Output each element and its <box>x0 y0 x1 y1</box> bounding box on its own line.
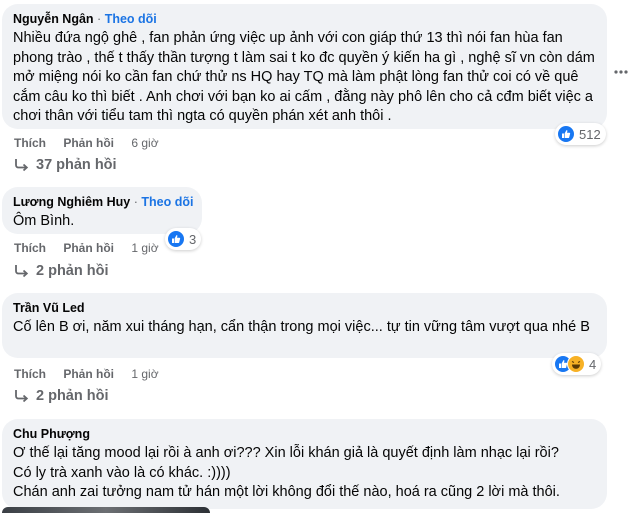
reply-arrow-icon <box>15 265 29 278</box>
view-replies-button[interactable]: 2 phản hồi <box>14 263 109 279</box>
haha-icon <box>567 355 585 373</box>
comment-bubble: Nguyễn Ngân · Theo dõi Nhiều đứa ngộ ghê… <box>2 4 607 129</box>
comment-time[interactable]: 6 giờ <box>131 136 158 150</box>
follow-link[interactable]: Theo dõi <box>141 195 193 209</box>
reaction-count: 512 <box>579 126 601 142</box>
like-button[interactable]: Thích <box>14 136 46 150</box>
like-icon <box>167 230 185 248</box>
reply-button[interactable]: Phản hồi <box>63 241 114 255</box>
comment-text-line: Có ly trà xanh vào là có khác. :)))) <box>13 464 231 481</box>
comment-time[interactable]: 1 giờ <box>131 367 158 381</box>
comment-bubble: Lương Nghiêm Huy · Theo dõi Ôm Bình. <box>2 187 202 234</box>
more-dots-icon[interactable] <box>611 62 631 82</box>
reaction-summary[interactable]: 3 <box>165 228 202 250</box>
reply-arrow-icon <box>15 390 29 403</box>
replies-count: 37 phản hồi <box>36 157 117 173</box>
reaction-summary[interactable]: 4 <box>552 353 602 375</box>
comment-bubble: Chu Phượng Ơ thế lại tăng mood lại rồi à… <box>2 419 607 509</box>
comment-author[interactable]: Trần Vũ Led <box>13 301 85 315</box>
separator-dot: · <box>133 195 138 209</box>
reaction-count: 4 <box>589 356 597 372</box>
comment-actions: Thích Phản hồi 1 giờ <box>14 367 159 381</box>
reply-button[interactable]: Phản hồi <box>63 367 114 381</box>
reaction-summary[interactable]: 512 <box>555 123 606 145</box>
like-button[interactable]: Thích <box>14 367 46 381</box>
separator-dot: · <box>97 12 102 26</box>
attached-image-edge <box>2 507 210 513</box>
reaction-count: 3 <box>189 231 197 247</box>
comment-text-line: Ơ thế lại tăng mood lại rồi à anh ơi??? … <box>13 445 559 461</box>
follow-link[interactable]: Theo dõi <box>105 12 157 26</box>
reply-button[interactable]: Phản hồi <box>63 136 114 150</box>
like-icon <box>557 125 575 143</box>
like-button[interactable]: Thích <box>14 241 46 255</box>
comment-actions: Thích Phản hồi 6 giờ <box>14 136 159 150</box>
comment-author[interactable]: Chu Phượng <box>13 427 90 441</box>
comment-actions: Thích Phản hồi 1 giờ <box>14 241 159 255</box>
replies-count: 2 phản hồi <box>36 388 109 404</box>
comment-bubble: Trần Vũ Led Cố lên B ơi, năm xui tháng h… <box>2 293 607 358</box>
comment-author[interactable]: Lương Nghiêm Huy <box>13 195 130 209</box>
view-replies-button[interactable]: 2 phản hồi <box>14 388 109 404</box>
replies-count: 2 phản hồi <box>36 263 109 279</box>
view-replies-button[interactable]: 37 phản hồi <box>14 157 117 173</box>
comment-text: Nhiều đứa ngộ ghê , fan phản ứng việc up… <box>13 30 595 124</box>
comment-time[interactable]: 1 giờ <box>131 241 158 255</box>
comment-text-line: Chán anh zai tưởng nam tử hán một lời kh… <box>13 484 560 500</box>
comment-text: Ôm Bình. <box>13 213 75 229</box>
comment-author[interactable]: Nguyễn Ngân <box>13 12 94 26</box>
comment-text: Cố lên B ơi, năm xui tháng hạn, cẩn thận… <box>13 319 590 335</box>
reply-arrow-icon <box>15 159 29 172</box>
